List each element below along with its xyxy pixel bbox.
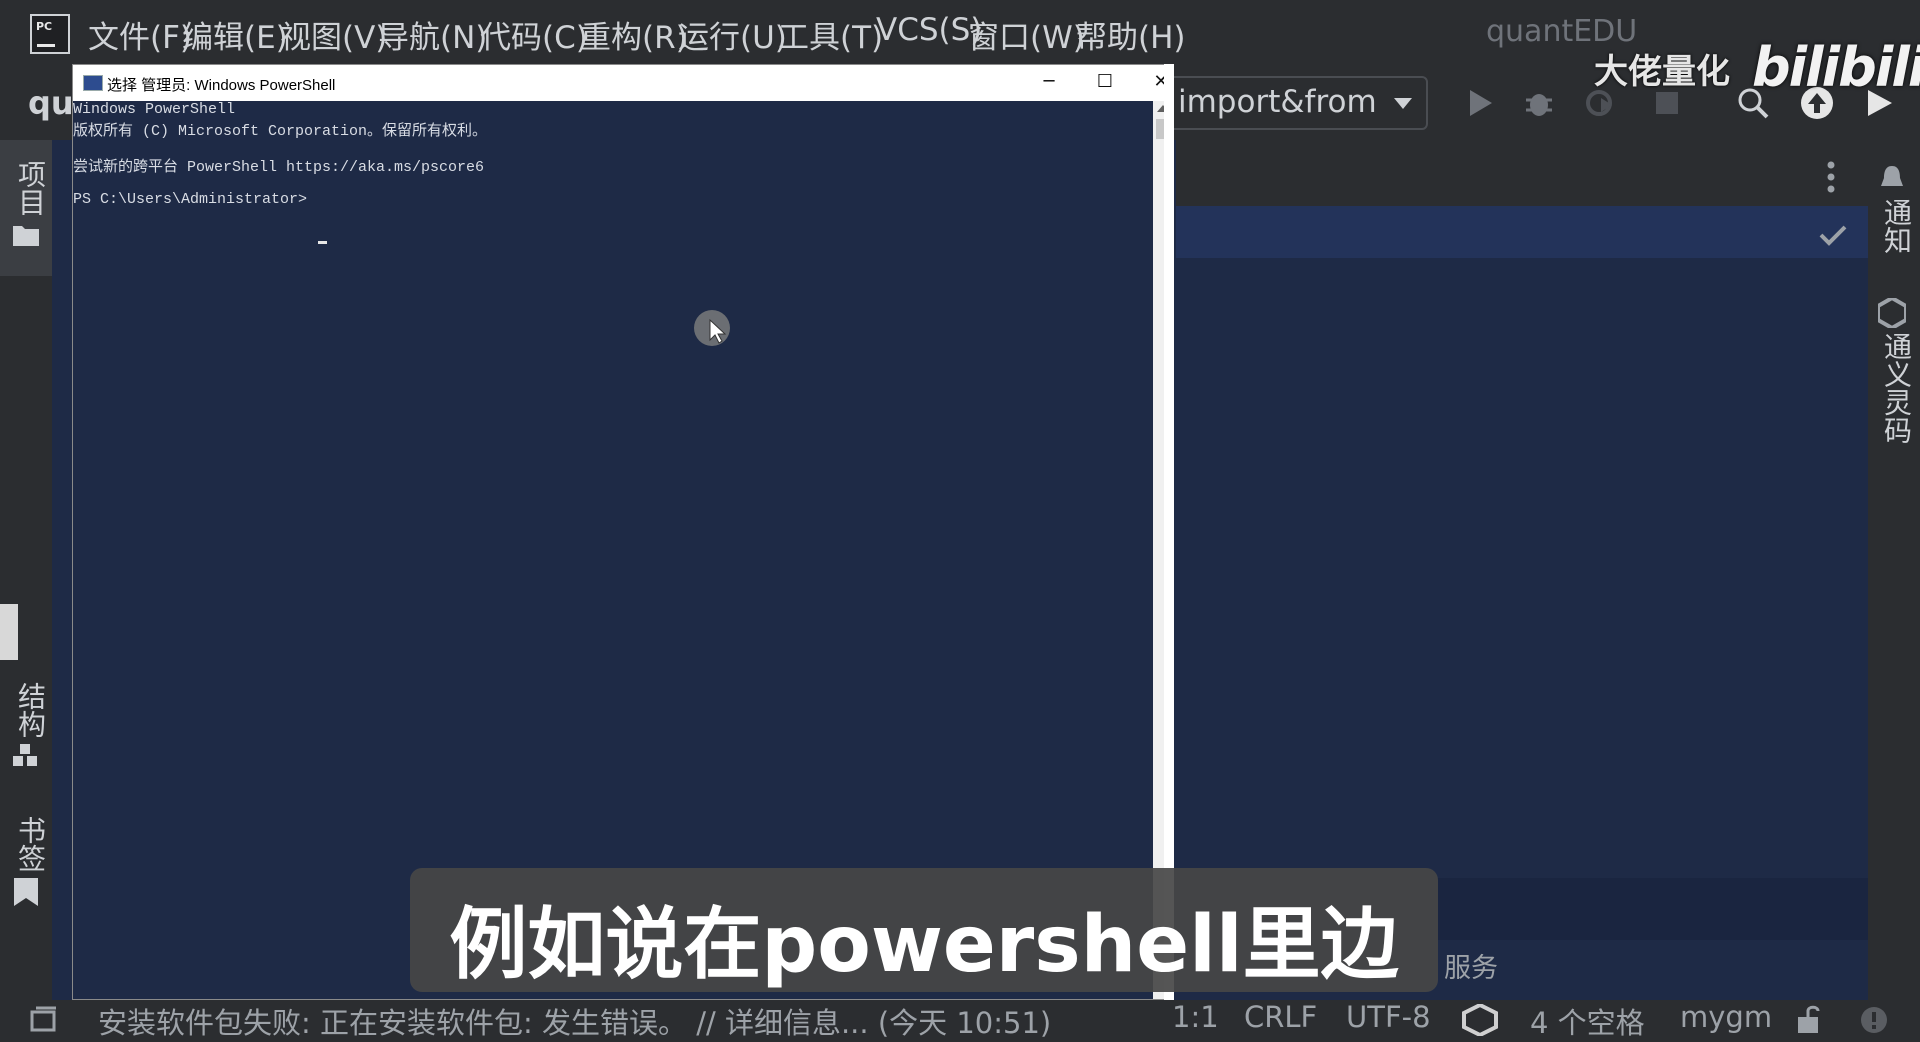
- menu-tools[interactable]: 工具(T): [778, 12, 883, 57]
- debug-icon[interactable]: [1522, 86, 1556, 120]
- current-line-highlight: [1176, 206, 1868, 258]
- powershell-window[interactable]: 选择 管理员: Windows PowerShell ─ ☐ ✕ Windows…: [72, 64, 1174, 1000]
- powershell-icon: [83, 75, 103, 91]
- warning-icon[interactable]: [1860, 1006, 1888, 1034]
- menu-run[interactable]: 运行(U): [678, 12, 787, 57]
- folder-icon: [13, 226, 39, 246]
- panel-toggle-icon[interactable]: [30, 1006, 58, 1034]
- tool-tab-notifications[interactable]: 通知: [1876, 198, 1916, 254]
- lock-icon[interactable]: [1796, 1004, 1824, 1034]
- maximize-button[interactable]: ☐: [1081, 67, 1129, 97]
- window-edge: [1164, 64, 1174, 1000]
- console-prompt: PS C:\Users\Administrator>: [73, 191, 317, 208]
- menu-edit[interactable]: 编辑(E): [182, 12, 288, 57]
- menu-window[interactable]: 窗口(W): [968, 12, 1085, 57]
- right-tool-strip: [1868, 140, 1920, 1000]
- cursor-position[interactable]: 1:1: [1172, 1000, 1219, 1034]
- ai-assistant-icon[interactable]: [1462, 1004, 1498, 1036]
- console-line: Windows PowerShell: [73, 101, 236, 118]
- subtitle-text: 例如说在powershell里边: [449, 900, 1399, 990]
- menu-help[interactable]: 帮助(H): [1076, 12, 1186, 57]
- run-config-dropdown[interactable]: import&from: [1160, 76, 1428, 130]
- menu-file[interactable]: 文件(F): [88, 12, 192, 57]
- logo-text: PC: [36, 20, 53, 33]
- menu-view[interactable]: 视图(V): [280, 12, 387, 57]
- check-icon: [1819, 225, 1847, 246]
- menu-vcs[interactable]: VCS(S): [876, 12, 982, 48]
- tool-tab-project[interactable]: 项目: [10, 160, 50, 216]
- tongyi-icon: [1878, 298, 1906, 328]
- subtitle-box: 例如说在powershell里边: [410, 868, 1438, 992]
- side-handle[interactable]: [0, 604, 18, 660]
- status-message[interactable]: 安装软件包失败: 正在安装软件包: 发生错误。 // 详细信息... (今天 1…: [98, 1000, 1051, 1042]
- tool-tab-structure[interactable]: 结构: [10, 682, 50, 738]
- interpreter[interactable]: mygm: [1680, 1000, 1772, 1034]
- menu-navigate[interactable]: 导航(N): [378, 12, 487, 57]
- line-ending[interactable]: CRLF: [1244, 1000, 1317, 1034]
- powershell-titlebar[interactable]: 选择 管理员: Windows PowerShell ─ ☐ ✕: [73, 65, 1173, 101]
- menu-refactor[interactable]: 重构(R): [580, 12, 688, 57]
- text-cursor: [318, 241, 327, 244]
- console-line: 尝试新的跨平台 PowerShell https://aka.ms/pscore…: [73, 159, 485, 176]
- tool-tab-bookmarks[interactable]: 书签: [10, 816, 50, 872]
- chevron-down-icon: [1394, 98, 1412, 109]
- console-line: 版权所有 (C) Microsoft Corporation。保留所有权利。: [73, 123, 488, 140]
- bell-icon: [1881, 166, 1903, 186]
- services-tab[interactable]: 服务: [1444, 946, 1498, 985]
- watermark-text: 大佬量化: [1594, 52, 1730, 92]
- mouse-pointer-icon: [709, 318, 727, 344]
- minimize-button[interactable]: ─: [1025, 67, 1073, 97]
- powershell-title: 选择 管理员: Windows PowerShell: [107, 77, 336, 94]
- indent-setting[interactable]: 4 个空格: [1530, 1000, 1645, 1042]
- run-config-label: import&from: [1178, 84, 1377, 120]
- close-button[interactable]: ✕: [1137, 67, 1185, 97]
- file-encoding[interactable]: UTF-8: [1346, 1000, 1431, 1034]
- run-icon[interactable]: [1462, 86, 1496, 120]
- editor-tab-bar: [1176, 140, 1868, 206]
- more-options-icon[interactable]: [1826, 160, 1836, 194]
- powershell-console[interactable]: Windows PowerShell 版权所有 (C) Microsoft Co…: [73, 101, 1153, 999]
- pycharm-logo-icon[interactable]: PC: [30, 14, 70, 54]
- mouse-pointer-badge: [694, 310, 730, 346]
- tool-tab-tongyi[interactable]: 通义灵码: [1876, 332, 1916, 444]
- project-widget[interactable]: qu: [28, 84, 74, 122]
- menu-code[interactable]: 代码(C): [480, 12, 588, 57]
- bilibili-logo: bilibili: [1752, 36, 1920, 99]
- structure-icon: [13, 744, 37, 766]
- bookmark-icon: [14, 878, 38, 906]
